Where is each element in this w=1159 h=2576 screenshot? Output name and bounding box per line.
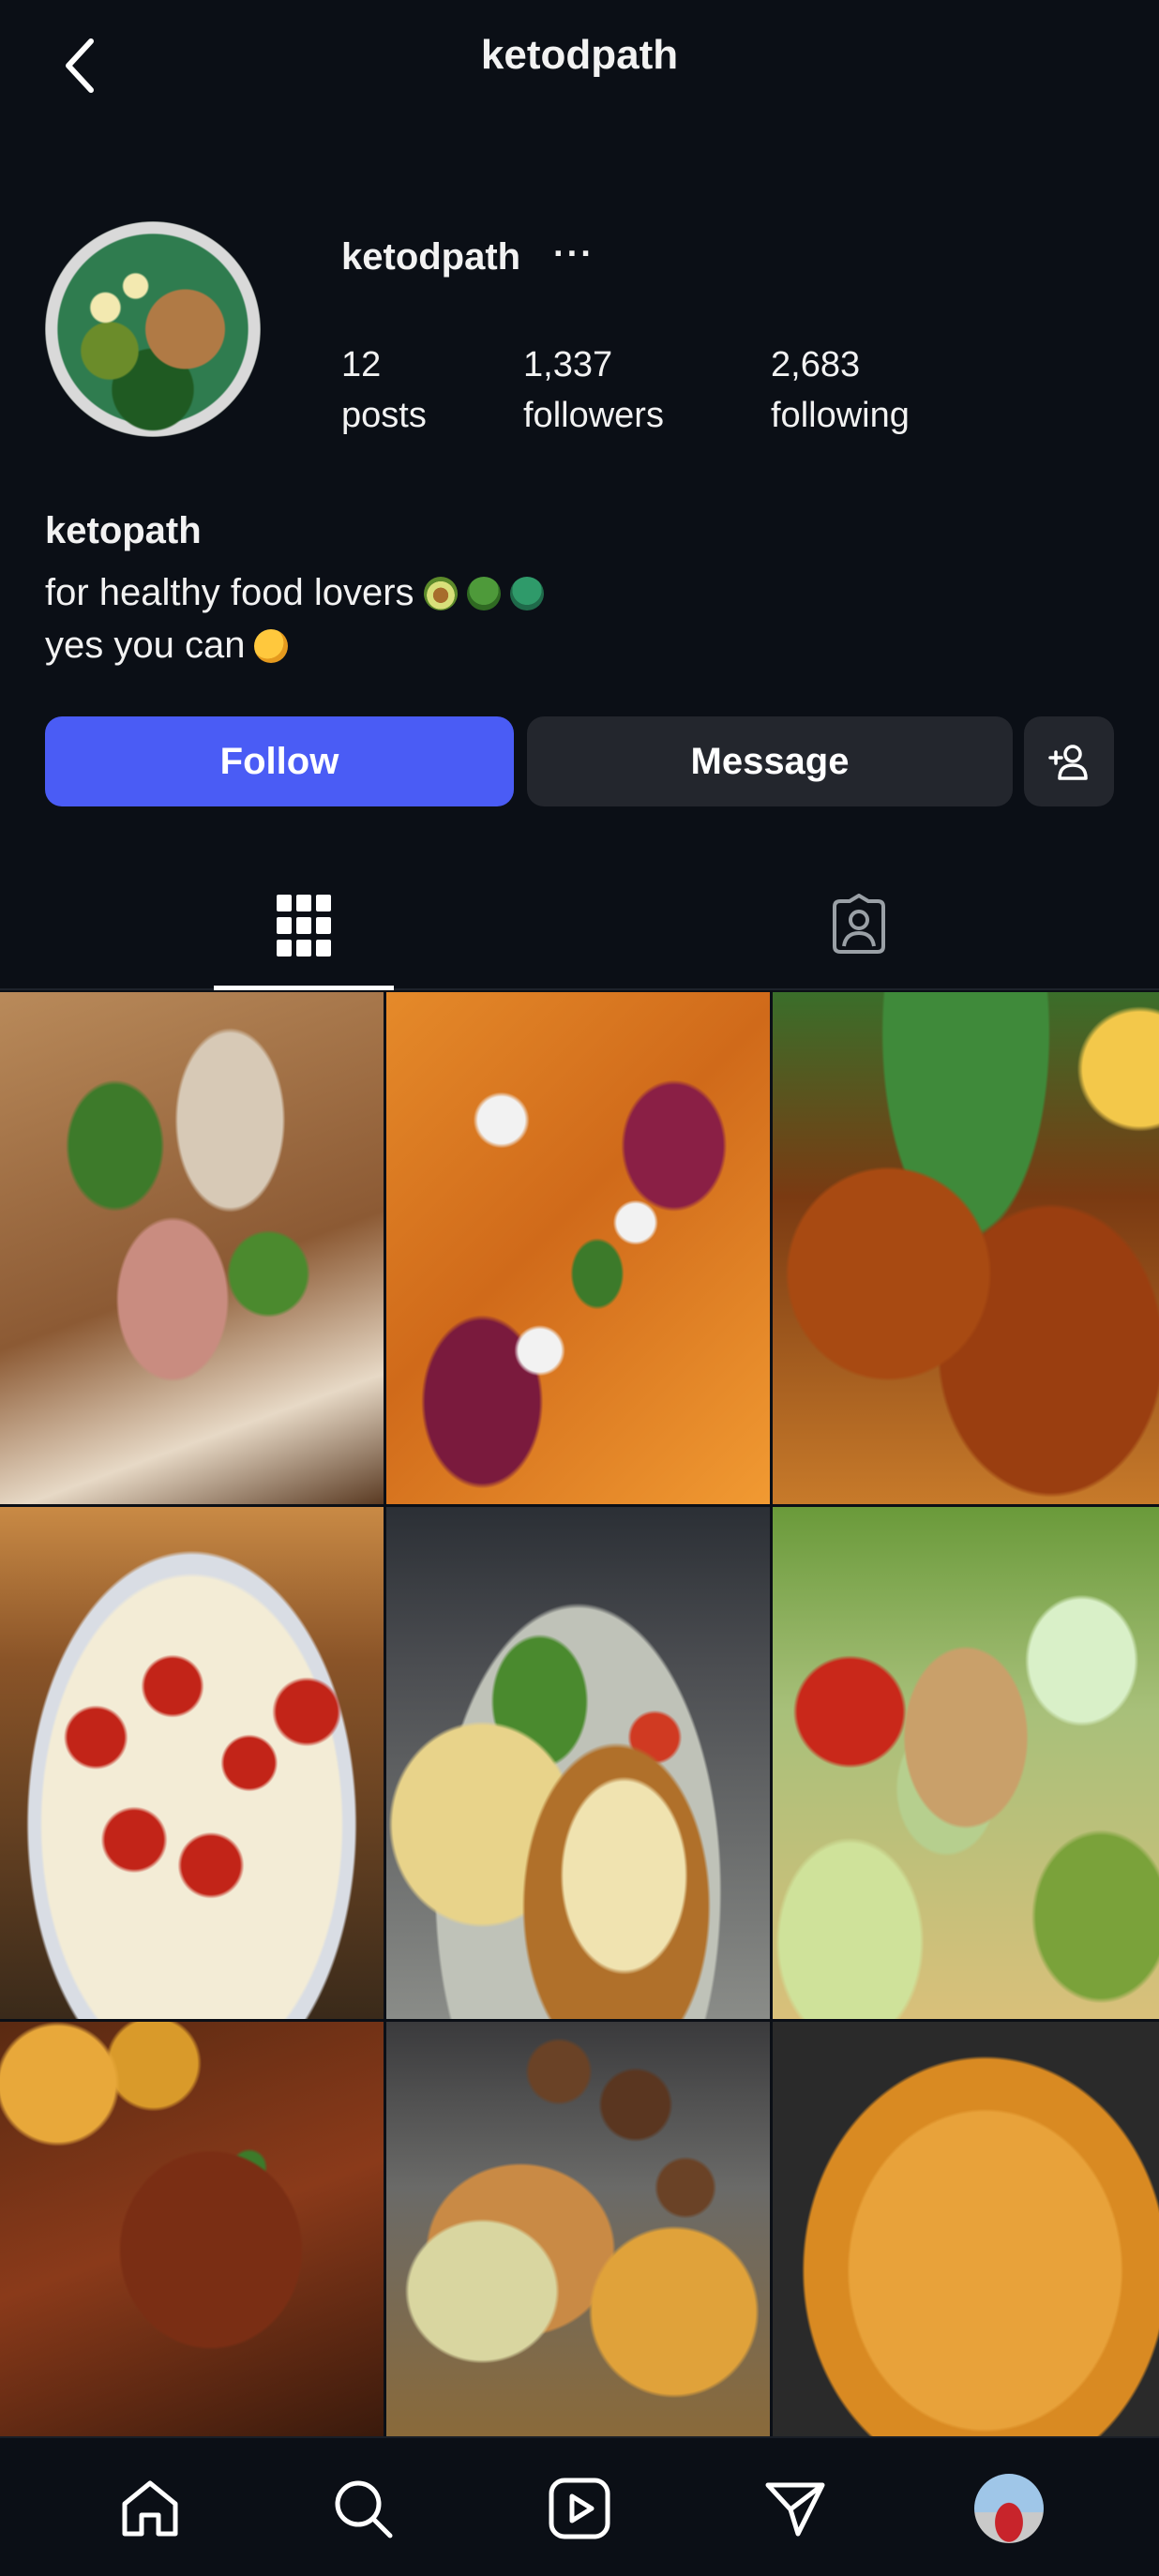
flexed-biceps-emoji bbox=[254, 629, 289, 663]
page-title: ketodpath bbox=[480, 32, 679, 78]
post-thumbnail[interactable] bbox=[773, 2022, 1159, 2436]
grid-divider bbox=[384, 992, 386, 2436]
posts-count-value: 12 bbox=[341, 345, 382, 384]
posts-count-label: posts bbox=[341, 396, 427, 435]
nav-reels[interactable] bbox=[537, 2466, 622, 2551]
avocado-emoji bbox=[423, 577, 458, 610]
bio-line-2: yes you can bbox=[45, 625, 289, 667]
grid-divider bbox=[770, 992, 773, 2436]
bio-name: ketopath bbox=[45, 510, 202, 551]
following-count-label: following bbox=[771, 396, 910, 435]
post-thumbnail[interactable] bbox=[0, 992, 384, 1504]
post-thumbnail[interactable] bbox=[386, 1507, 770, 2019]
avatar bbox=[974, 2474, 1044, 2543]
following-count[interactable]: 2,683 following bbox=[771, 339, 910, 441]
posts-grid bbox=[0, 992, 1159, 2436]
post-thumbnail[interactable] bbox=[773, 1507, 1159, 2019]
add-person-icon bbox=[1048, 745, 1088, 780]
nav-direct[interactable] bbox=[753, 2466, 837, 2551]
home-icon bbox=[122, 2480, 178, 2537]
followers-count[interactable]: 1,337 followers bbox=[523, 339, 664, 441]
top-bar: ketodpath bbox=[0, 0, 1159, 131]
post-thumbnail[interactable] bbox=[773, 992, 1159, 1504]
bio-line-2-text: yes you can bbox=[45, 625, 246, 666]
following-count-value: 2,683 bbox=[771, 345, 861, 384]
nav-profile[interactable] bbox=[967, 2466, 1051, 2551]
post-thumbnail[interactable] bbox=[0, 2022, 384, 2436]
tab-posts[interactable] bbox=[214, 863, 394, 988]
posts-count[interactable]: 12 posts bbox=[341, 339, 427, 441]
follow-button[interactable]: Follow bbox=[45, 716, 514, 806]
send-icon bbox=[765, 2482, 825, 2537]
post-thumbnail[interactable] bbox=[386, 2022, 770, 2436]
profile-avatar[interactable] bbox=[45, 221, 261, 437]
message-button[interactable]: Message bbox=[527, 716, 1013, 806]
broccoli-emoji bbox=[466, 577, 501, 610]
followers-count-value: 1,337 bbox=[523, 345, 613, 384]
tab-tagged[interactable] bbox=[769, 863, 949, 988]
grid-divider bbox=[0, 1504, 1159, 1507]
reels-icon bbox=[549, 2478, 610, 2539]
tagged-person-icon bbox=[833, 894, 885, 954]
search-icon bbox=[335, 2480, 393, 2538]
bottom-nav bbox=[0, 2436, 1159, 2576]
more-options-button[interactable]: ··· bbox=[553, 234, 595, 275]
add-user-button[interactable] bbox=[1024, 716, 1114, 806]
profile-username: ketodpath bbox=[341, 236, 521, 278]
grid-icon bbox=[277, 895, 331, 957]
post-thumbnail[interactable] bbox=[0, 1507, 384, 2019]
nav-search[interactable] bbox=[321, 2466, 405, 2551]
active-tab-indicator bbox=[214, 986, 394, 990]
post-thumbnail[interactable] bbox=[386, 992, 770, 1504]
grid-divider bbox=[0, 2019, 1159, 2022]
bio-line-1-text: for healthy food lovers bbox=[45, 572, 414, 613]
bio-line-1: for healthy food lovers bbox=[45, 572, 544, 614]
followers-count-label: followers bbox=[523, 396, 664, 435]
broccoli-emoji bbox=[509, 577, 544, 610]
profile-tabs bbox=[0, 863, 1159, 990]
nav-home[interactable] bbox=[108, 2466, 192, 2551]
